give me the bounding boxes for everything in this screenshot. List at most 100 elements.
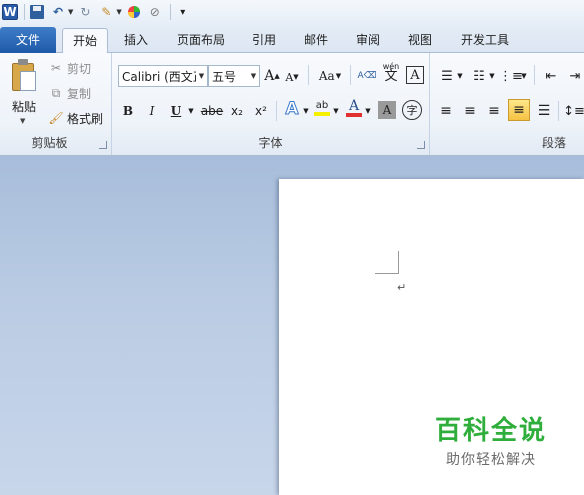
multilevel-list-icon[interactable]: ⋮≡ [499,66,523,86]
underline-button[interactable]: U [166,101,186,121]
cut-button[interactable]: ✂ 剪切 [48,58,91,78]
numbering-icon[interactable]: ☷ [470,66,488,86]
divider [169,4,171,20]
tab-review[interactable]: 审阅 [350,28,386,53]
watermark-subtitle: 助你轻松解决 [446,452,536,468]
font-size-select[interactable]: 五号 ▼ [208,65,260,87]
character-shading-button[interactable]: A [378,101,396,119]
line-spacing-icon[interactable]: ↕≡ [563,101,584,121]
font-color-button[interactable]: A [344,98,364,118]
text-effect-label: A [285,99,299,120]
bullets-dropdown-icon[interactable]: ▼ [456,66,464,86]
tab-references[interactable]: 引用 [246,28,282,53]
underline-dropdown-icon[interactable]: ▼ [186,101,196,121]
tab-view[interactable]: 视图 [402,28,438,53]
divider [558,101,559,121]
multilevel-list-dropdown-icon[interactable]: ▼ [520,66,528,86]
shrink-font-button[interactable]: A ▼ [284,67,300,87]
font-size-value: 五号 [212,69,237,84]
word-logo-icon[interactable]: W [2,4,18,20]
font-family-select[interactable]: Calibri (西文正文) ▼ [118,65,208,87]
enclose-characters-button[interactable]: 字 [402,100,422,120]
redo-icon[interactable]: ↻ [76,3,94,21]
character-border-label: A [410,67,420,83]
bullets-icon[interactable]: ☰ [438,66,456,86]
font-size-dropdown-icon[interactable]: ▼ [248,66,259,86]
paragraph-group-label: 段落 [542,136,567,150]
font-group-label: 字体 [258,136,283,150]
tab-developer[interactable]: 开发工具 [454,28,516,53]
divider [308,65,309,85]
save-icon[interactable] [28,3,46,21]
font-color-label: A [348,98,360,114]
font-family-dropdown-icon[interactable]: ▼ [196,66,207,86]
clipboard-group: 粘贴 ▼ ✂ 剪切 ⧉ 复制 🖌 格式刷 剪贴板 [0,53,112,155]
document-page[interactable]: ↵ 百科全说 助你轻松解决 [279,179,584,495]
format-painter-button[interactable]: 🖌 格式刷 [48,108,103,128]
undo-dropdown-icon[interactable]: ▼ [68,8,73,16]
color-wheel-icon[interactable] [125,3,143,21]
italic-label: I [149,104,155,118]
tab-mailings[interactable]: 邮件 [298,28,334,53]
painter-brush-icon[interactable]: ✎ [97,3,115,21]
subscript-button[interactable]: x₂ [226,101,248,121]
change-case-button[interactable]: Aa ▼ [316,66,344,86]
format-painter-label: 格式刷 [67,111,104,126]
watermark-title: 百科全说 [434,416,547,446]
paste-icon [12,59,36,91]
align-right-icon[interactable]: ≡ [484,101,504,121]
text-effect-button[interactable]: A [282,99,302,120]
grow-font-label: A [264,68,275,84]
font-color-dropdown-icon[interactable]: ▼ [364,101,372,121]
grow-font-button[interactable]: A ▲ [264,66,280,86]
divider [534,65,535,85]
bold-label: B [122,104,134,118]
decrease-indent-icon[interactable]: ⇤ [542,66,560,86]
text-effect-dropdown-icon[interactable]: ▼ [302,101,310,121]
tab-file[interactable]: 文件 [0,27,56,53]
document-canvas: ↵ 百科全说 助你轻松解决 [0,156,584,495]
tab-page-layout[interactable]: 页面布局 [170,28,232,53]
font-color-bar [346,113,362,117]
paste-dropdown-icon[interactable]: ▼ [20,117,25,125]
ribbon: 粘贴 ▼ ✂ 剪切 ⧉ 复制 🖌 格式刷 剪贴板 Calibri (西文正文) … [0,53,584,156]
shrink-font-label: A [285,70,294,84]
clipboard-group-label: 剪贴板 [31,136,68,150]
tab-home[interactable]: 开始 [62,28,108,54]
italic-button[interactable]: I [142,101,162,121]
bold-button[interactable]: B [118,101,138,121]
highlight-button[interactable]: ab [312,98,332,118]
cut-label: 剪切 [67,61,92,76]
change-case-label: Aa [318,69,335,83]
copy-label: 复制 [67,86,92,101]
copy-button[interactable]: ⧉ 复制 [48,83,91,103]
tab-insert[interactable]: 插入 [116,28,156,53]
numbering-dropdown-icon[interactable]: ▼ [488,66,496,86]
justify-icon[interactable]: ≡ [508,99,530,121]
strikethrough-label: abe [200,104,224,118]
character-border-button[interactable]: A [406,66,424,84]
ribbon-tabs: 文件 开始 插入 页面布局 引用 邮件 审阅 视图 开发工具 [0,24,584,54]
paste-button[interactable]: 粘贴 ▼ [6,57,42,125]
scissors-icon: ✂ [50,61,62,75]
underline-label: U [170,104,182,118]
clear-formatting-icon[interactable]: A⌫ [356,66,378,86]
increase-indent-icon[interactable]: ⇥ [566,66,584,86]
enclose-characters-label: 字 [406,104,418,117]
phonetic-guide-button[interactable]: wén 文 [380,62,402,83]
superscript-button[interactable]: x² [250,101,272,121]
subscript-label: x₂ [231,104,243,118]
clipboard-dialog-launcher-icon[interactable] [99,141,107,149]
strikethrough-button[interactable]: abe [200,101,224,121]
distributed-icon[interactable]: ☰ [534,101,554,121]
customize-toolbar-icon[interactable]: ▾ [174,3,192,21]
paragraph-mark-icon: ↵ [397,281,407,294]
align-left-icon[interactable]: ≡ [436,101,456,121]
align-center-icon[interactable]: ≡ [460,101,480,121]
highlight-dropdown-icon[interactable]: ▼ [332,101,340,121]
undo-icon[interactable]: ↶ [49,3,67,21]
brush-dropdown-icon[interactable]: ▼ [116,8,121,16]
draw-table-icon[interactable]: ⊘ [146,3,164,21]
format-painter-icon: 🖌 [48,111,64,125]
font-dialog-launcher-icon[interactable] [417,141,425,149]
